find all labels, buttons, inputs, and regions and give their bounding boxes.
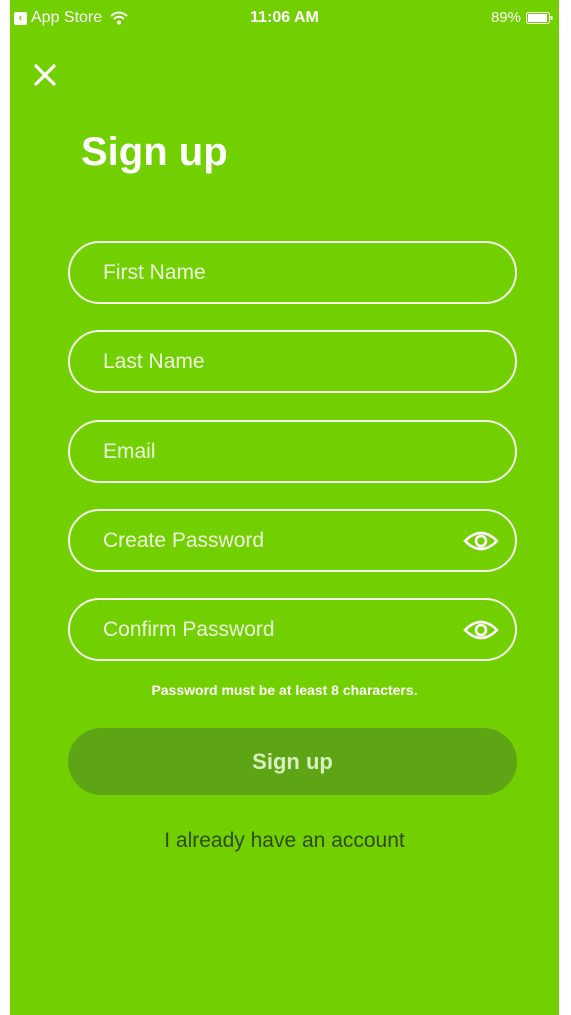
signup-screen: ‹ App Store 11:06 AM 89% Sign up First N… — [10, 0, 559, 1015]
eye-icon — [463, 531, 499, 550]
create-password-input[interactable] — [70, 511, 461, 570]
password-hint: Password must be at least 8 characters. — [151, 682, 418, 698]
existing-account-link[interactable]: I already have an account — [10, 829, 559, 853]
close-button[interactable] — [30, 60, 62, 92]
signup-button[interactable]: Sign up — [68, 728, 517, 795]
page-title: Sign up — [81, 130, 228, 174]
status-bar: ‹ App Store 11:06 AM 89% — [10, 0, 559, 36]
first-name-field[interactable] — [68, 241, 517, 304]
email-input[interactable] — [70, 422, 515, 481]
first-name-input[interactable] — [70, 243, 515, 302]
close-icon — [34, 64, 56, 86]
eye-icon — [463, 620, 499, 639]
confirm-password-input[interactable] — [70, 600, 461, 659]
show-confirm-password-toggle[interactable] — [461, 610, 501, 650]
last-name-input[interactable] — [70, 332, 515, 391]
confirm-password-field[interactable] — [68, 598, 517, 661]
status-time: 11:06 AM — [250, 9, 319, 26]
status-bar-right: 89% — [491, 9, 553, 26]
create-password-field[interactable] — [68, 509, 517, 572]
battery-percent: 89% — [490, 9, 521, 26]
last-name-field[interactable] — [68, 330, 517, 393]
show-password-toggle[interactable] — [461, 521, 501, 561]
battery-icon — [526, 11, 553, 24]
email-field[interactable] — [68, 420, 517, 483]
